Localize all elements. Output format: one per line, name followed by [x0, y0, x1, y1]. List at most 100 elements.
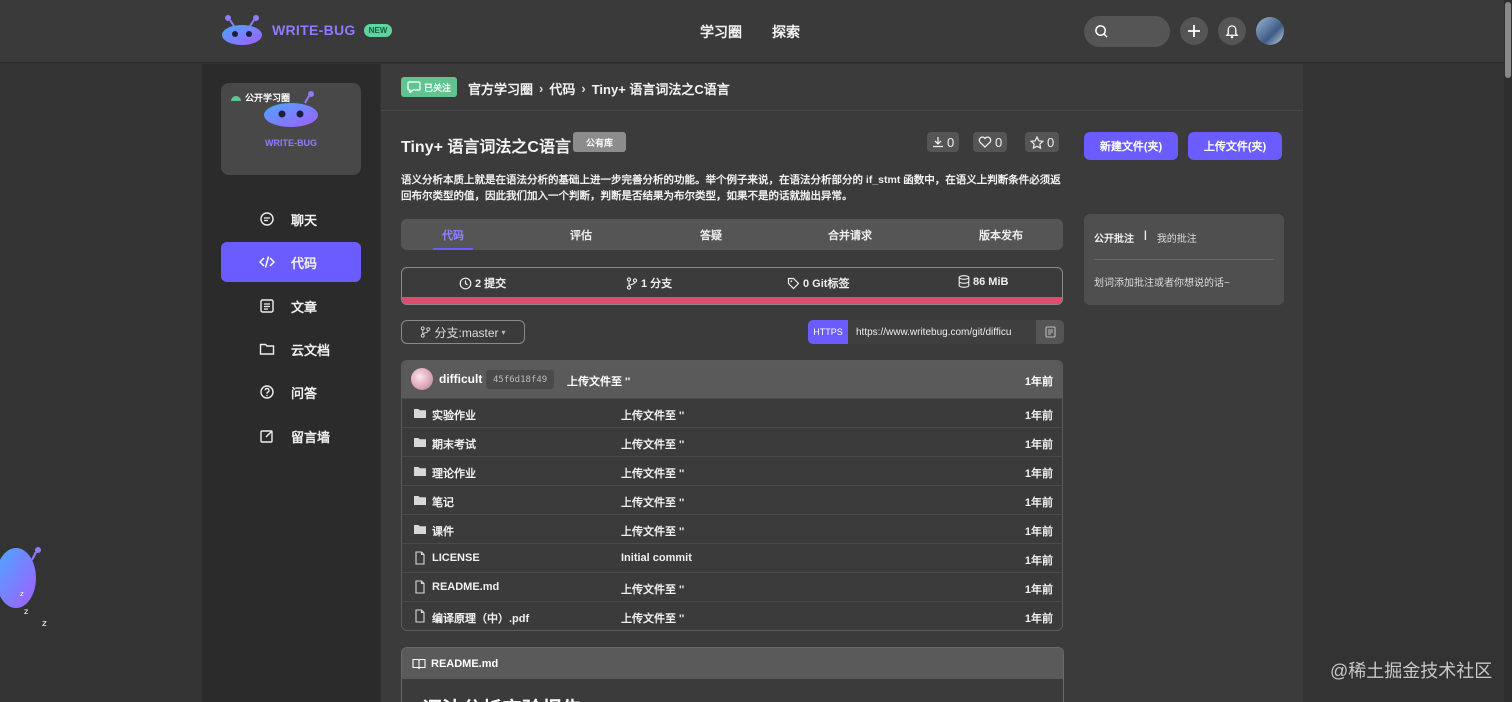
sidebar-item-message-wall[interactable]: 留言墙	[221, 416, 361, 456]
nav-study-circle[interactable]: 学习圈	[700, 22, 742, 42]
annotation-placeholder[interactable]: 划词添加批注或者你想说的话~	[1094, 274, 1230, 289]
download-count[interactable]: 0	[927, 132, 960, 152]
latest-commit: difficult 45f6d18f49 上传文件至 '' 1年前	[402, 361, 1062, 398]
sidebar-item-code[interactable]: 代码	[221, 242, 361, 282]
sidebar-item-cloud-docs[interactable]: 云文档	[221, 329, 361, 369]
file-commit-message[interactable]: 上传文件至 ''	[621, 610, 684, 626]
copy-button[interactable]	[1036, 320, 1064, 344]
file-time: 1年前	[1024, 497, 1053, 509]
table-row[interactable]: 笔记 上传文件至 '' 1年前	[402, 485, 1062, 514]
clone-protocol[interactable]: HTTPS	[808, 320, 848, 344]
table-row[interactable]: LICENSE Initial commit 1年前	[402, 543, 1062, 572]
sidebar-item-article[interactable]: 文章	[221, 286, 361, 326]
file-name[interactable]: 笔记	[432, 494, 454, 510]
file-commit-message[interactable]: Initial commit	[621, 552, 692, 564]
search-input[interactable]	[1084, 16, 1170, 47]
tab-public-annotations[interactable]: 公开批注	[1094, 230, 1134, 245]
file-name[interactable]: README.md	[432, 581, 499, 593]
breadcrumb-official-circle[interactable]: 官方学习圈	[468, 79, 533, 98]
tab-qa[interactable]: 答疑	[686, 219, 736, 250]
sidebar-item-chat[interactable]: 聊天	[221, 199, 361, 239]
like-count[interactable]: 0	[973, 132, 1008, 152]
repo-tabs: 代码 评估 答疑 合并请求 版本发布	[401, 219, 1063, 250]
nav-explore[interactable]: 探索	[772, 22, 800, 42]
language-bar	[402, 297, 1062, 304]
file-time: 1年前	[1024, 526, 1053, 538]
file-name[interactable]: LICENSE	[432, 552, 480, 564]
sidebar-item-label: 问答	[291, 385, 318, 401]
file-icon	[413, 551, 427, 565]
upload-file-button[interactable]: 上传文件(夹)	[1188, 132, 1282, 160]
file-time: 1年前	[1024, 439, 1053, 451]
add-button[interactable]	[1180, 17, 1208, 45]
follow-button[interactable]: 已关注	[401, 77, 458, 97]
follow-label: 已关注	[424, 82, 452, 93]
branch-select[interactable]: 分支:master ▾	[401, 320, 525, 344]
table-row[interactable]: 实验作业 上传文件至 '' 1年前	[402, 398, 1062, 427]
readme-panel: README.md 词法分析实验报告	[401, 647, 1064, 702]
tab-code[interactable]: 代码	[433, 219, 473, 250]
branches-stat[interactable]: 1 分支	[626, 275, 672, 291]
commit-hash[interactable]: 45f6d18f49	[486, 370, 555, 389]
commit-message[interactable]: 上传文件至 ''	[567, 373, 630, 389]
tags-stat[interactable]: 0 Git标签	[787, 275, 849, 291]
avatar[interactable]	[411, 368, 433, 390]
chat-bubble-icon	[407, 81, 421, 93]
new-file-button[interactable]: 新建文件(夹)	[1084, 132, 1178, 160]
notifications-button[interactable]	[1218, 17, 1246, 45]
file-name[interactable]: 期末考试	[432, 436, 476, 452]
breadcrumb-code[interactable]: 代码	[549, 79, 575, 98]
size-stat: 86 MiB	[958, 275, 1008, 288]
sidebar-item-label: 留言墙	[291, 429, 331, 445]
repo-stats: 2 提交 1 分支 0 Git标签 86 MiB	[401, 267, 1063, 305]
file-list: difficult 45f6d18f49 上传文件至 '' 1年前 实验作业上传…	[401, 360, 1063, 631]
tab-evaluate[interactable]: 评估	[556, 219, 606, 250]
table-row[interactable]: 期末考试 上传文件至 '' 1年前	[402, 427, 1062, 456]
file-commit-message[interactable]: 上传文件至 ''	[621, 465, 684, 481]
tab-releases[interactable]: 版本发布	[971, 219, 1031, 250]
file-name[interactable]: 课件	[432, 523, 454, 539]
star-count[interactable]: 0	[1025, 132, 1060, 152]
caret-down-icon: ▾	[501, 327, 506, 337]
size-label: 86 MiB	[973, 275, 1009, 288]
right-gutter	[1303, 64, 1512, 702]
branch-label: 分支:master	[434, 325, 499, 340]
file-commit-message[interactable]: 上传文件至 ''	[621, 581, 684, 597]
edit-icon	[260, 430, 273, 443]
clone-url-text[interactable]: https://www.writebug.com/git/difficu	[848, 320, 1036, 344]
file-commit-message[interactable]: 上传文件至 ''	[621, 436, 684, 452]
readme-heading: 词法分析实验报告	[422, 693, 582, 702]
mascot-logo-icon	[222, 15, 262, 45]
table-row[interactable]: README.md 上传文件至 '' 1年前	[402, 572, 1062, 601]
repo-description: 语义分析本质上就是在语法分析的基础上进一步完善分析的功能。举个例子来说，在语法分…	[401, 174, 1061, 202]
brand-logo[interactable]: WRITE-BUG NEW	[220, 14, 393, 46]
commits-stat[interactable]: 2 提交	[459, 275, 506, 291]
chevron-right-icon: ›	[581, 81, 586, 96]
scrollbar-thumb[interactable]	[1505, 2, 1511, 78]
svg-text:z: z	[24, 607, 28, 616]
folder-icon	[413, 464, 427, 478]
chevron-right-icon: ›	[539, 81, 544, 96]
table-row[interactable]: 理论作业 上传文件至 '' 1年前	[402, 456, 1062, 485]
tab-merge-requests[interactable]: 合并请求	[819, 219, 881, 250]
tab-my-annotations[interactable]: 我的批注	[1157, 230, 1197, 245]
annotations-panel: 公开批注 | 我的批注 划词添加批注或者你想说的话~	[1084, 214, 1284, 305]
floating-mascot-icon[interactable]: z z z	[0, 528, 56, 632]
book-icon	[412, 658, 426, 669]
tag-icon	[787, 277, 800, 289]
commit-author[interactable]: difficult	[439, 372, 482, 386]
file-commit-message[interactable]: 上传文件至 ''	[621, 494, 684, 510]
file-name[interactable]: 实验作业	[432, 407, 476, 423]
code-icon	[259, 256, 275, 268]
file-name[interactable]: 理论作业	[432, 465, 476, 481]
circle-card[interactable]: 公开学习圈 WRITE-BUG	[221, 83, 361, 175]
file-name[interactable]: 编译原理（中）.pdf	[432, 610, 529, 626]
page-scrollbar[interactable]	[1504, 0, 1512, 702]
table-row[interactable]: 编译原理（中）.pdf 上传文件至 '' 1年前	[402, 601, 1062, 630]
sidebar-item-qa[interactable]: 问答	[221, 372, 361, 412]
branches-label: 1 分支	[641, 278, 673, 290]
file-commit-message[interactable]: 上传文件至 ''	[621, 407, 684, 423]
table-row[interactable]: 课件 上传文件至 '' 1年前	[402, 514, 1062, 543]
user-avatar[interactable]	[1256, 17, 1284, 45]
file-commit-message[interactable]: 上传文件至 ''	[621, 523, 684, 539]
